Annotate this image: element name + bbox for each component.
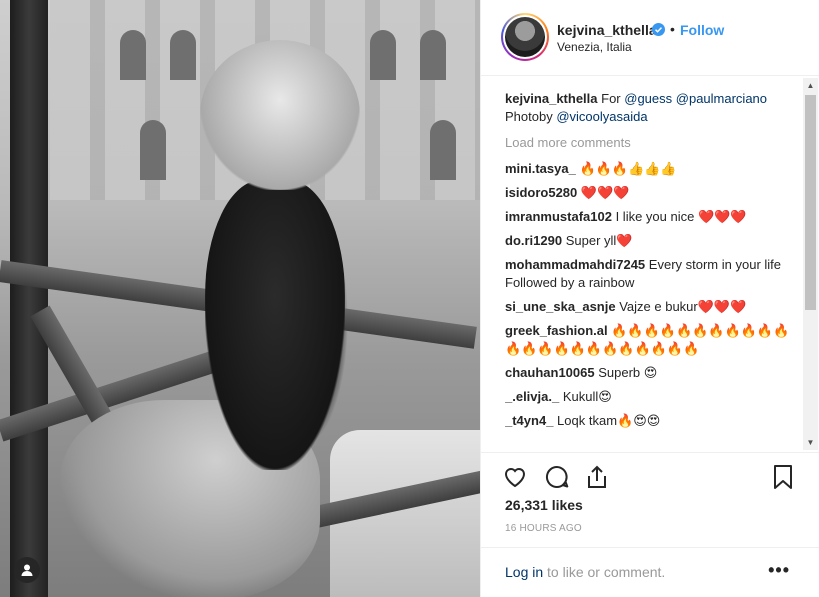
caption-prefix: For bbox=[601, 91, 621, 106]
building-window bbox=[370, 30, 396, 80]
comment: _t4yn4_ Loqk tkam🔥😍😍 bbox=[505, 412, 795, 430]
post-side-panel: kejvina_kthella • Follow Venezia, Italia… bbox=[480, 0, 819, 597]
likes-count[interactable]: 26,331 likes bbox=[505, 497, 583, 513]
comment: imranmustafa102 I like you nice ❤️❤️❤️ bbox=[505, 208, 795, 226]
comment-username[interactable]: chauhan10065 bbox=[505, 365, 595, 380]
comment-continuation: Followed by a rainbow bbox=[505, 274, 795, 292]
post-timestamp[interactable]: 16 HOURS AGO bbox=[505, 523, 582, 534]
comment: mini.tasya_ 🔥🔥🔥👍👍👍 bbox=[505, 160, 795, 178]
login-prompt: Log in to like or comment. bbox=[505, 564, 665, 580]
comment: isidoro5280 ❤️❤️❤️ bbox=[505, 184, 795, 202]
comment-username[interactable]: do.ri1290 bbox=[505, 233, 562, 248]
mention-link[interactable]: @paulmarciano bbox=[676, 91, 767, 106]
scroll-down-arrow-icon[interactable]: ▼ bbox=[803, 435, 818, 450]
building-window bbox=[430, 120, 456, 180]
scroll-up-arrow-icon[interactable]: ▲ bbox=[803, 78, 818, 93]
comment: si_une_ska_asnje Vajze e bukur❤️❤️❤️ bbox=[505, 298, 795, 316]
post-header: kejvina_kthella • Follow Venezia, Italia bbox=[481, 0, 819, 76]
building-window bbox=[120, 30, 146, 80]
mention-link[interactable]: @vicoolyasaida bbox=[556, 109, 647, 124]
login-link[interactable]: Log in bbox=[505, 564, 543, 580]
comment-text: ❤️❤️❤️ bbox=[580, 185, 630, 200]
more-options-button[interactable]: ••• bbox=[768, 560, 790, 581]
comment-username[interactable]: greek_fashion.al bbox=[505, 323, 608, 338]
bookmark-icon[interactable] bbox=[769, 463, 797, 491]
wooden-pole bbox=[10, 0, 48, 597]
comment: mohammadmahdi7245 Every storm in your li… bbox=[505, 256, 795, 274]
comment-text: Kukull😍 bbox=[562, 389, 612, 404]
caption-username[interactable]: kejvina_kthella bbox=[505, 91, 598, 106]
figure-head bbox=[200, 40, 360, 190]
comment-text: I like you nice ❤️❤️❤️ bbox=[615, 209, 747, 224]
comment-username[interactable]: mini.tasya_ bbox=[505, 161, 576, 176]
comment-username[interactable]: imranmustafa102 bbox=[505, 209, 612, 224]
comment-text: Vajze e bukur❤️❤️❤️ bbox=[619, 299, 747, 314]
heart-icon[interactable] bbox=[501, 463, 529, 491]
comment: do.ri1290 Super yll❤️ bbox=[505, 232, 795, 250]
comment-username[interactable]: _.elivja._ bbox=[505, 389, 559, 404]
comment-username[interactable]: isidoro5280 bbox=[505, 185, 577, 200]
follow-button[interactable]: Follow bbox=[680, 22, 724, 38]
caption: kejvina_kthella For @guess @paulmarciano… bbox=[505, 90, 795, 126]
action-bar bbox=[481, 452, 819, 492]
caption-line2-prefix: Photoby bbox=[505, 109, 553, 124]
comment-text: Super yll❤️ bbox=[565, 233, 633, 248]
load-more-comments[interactable]: Load more comments bbox=[505, 134, 795, 152]
user-tag-icon[interactable] bbox=[14, 557, 40, 583]
post-photo[interactable] bbox=[0, 0, 480, 597]
login-prompt-text: to like or comment. bbox=[543, 564, 666, 580]
scrollbar-thumb[interactable] bbox=[805, 95, 816, 310]
comments-list: kejvina_kthella For @guess @paulmarciano… bbox=[505, 90, 795, 446]
post-location[interactable]: Venezia, Italia bbox=[557, 40, 632, 54]
comments-scrollbar[interactable]: ▲ ▼ bbox=[803, 78, 818, 450]
comment: chauhan10065 Superb 😍 bbox=[505, 364, 795, 382]
comment-text: Loqk tkam🔥😍😍 bbox=[557, 413, 661, 428]
verified-badge-icon bbox=[652, 23, 665, 36]
share-icon[interactable] bbox=[583, 463, 611, 491]
login-footer: Log in to like or comment. ••• bbox=[481, 547, 819, 597]
comment-icon[interactable] bbox=[543, 463, 571, 491]
building-window bbox=[140, 120, 166, 180]
comment-text: Every storm in your life bbox=[648, 257, 781, 272]
separator-dot: • bbox=[670, 21, 675, 37]
building-window bbox=[170, 30, 196, 80]
comment: greek_fashion.al 🔥🔥🔥🔥🔥🔥🔥🔥🔥🔥🔥🔥🔥🔥🔥🔥🔥🔥🔥🔥🔥🔥🔥 bbox=[505, 322, 795, 358]
comment-username[interactable]: mohammadmahdi7245 bbox=[505, 257, 645, 272]
mention-link[interactable]: @guess bbox=[624, 91, 672, 106]
comment-text: 🔥🔥🔥👍👍👍 bbox=[579, 161, 677, 176]
comment-username[interactable]: si_une_ska_asnje bbox=[505, 299, 616, 314]
comment-username[interactable]: _t4yn4_ bbox=[505, 413, 553, 428]
post-username[interactable]: kejvina_kthella bbox=[557, 22, 657, 38]
comment-text: Followed by a rainbow bbox=[505, 275, 635, 290]
figure-body bbox=[205, 180, 345, 470]
comment: _.elivja._ Kukull😍 bbox=[505, 388, 795, 406]
building-window bbox=[420, 30, 446, 80]
avatar[interactable] bbox=[501, 13, 549, 61]
comment-text: Superb 😍 bbox=[598, 365, 658, 380]
